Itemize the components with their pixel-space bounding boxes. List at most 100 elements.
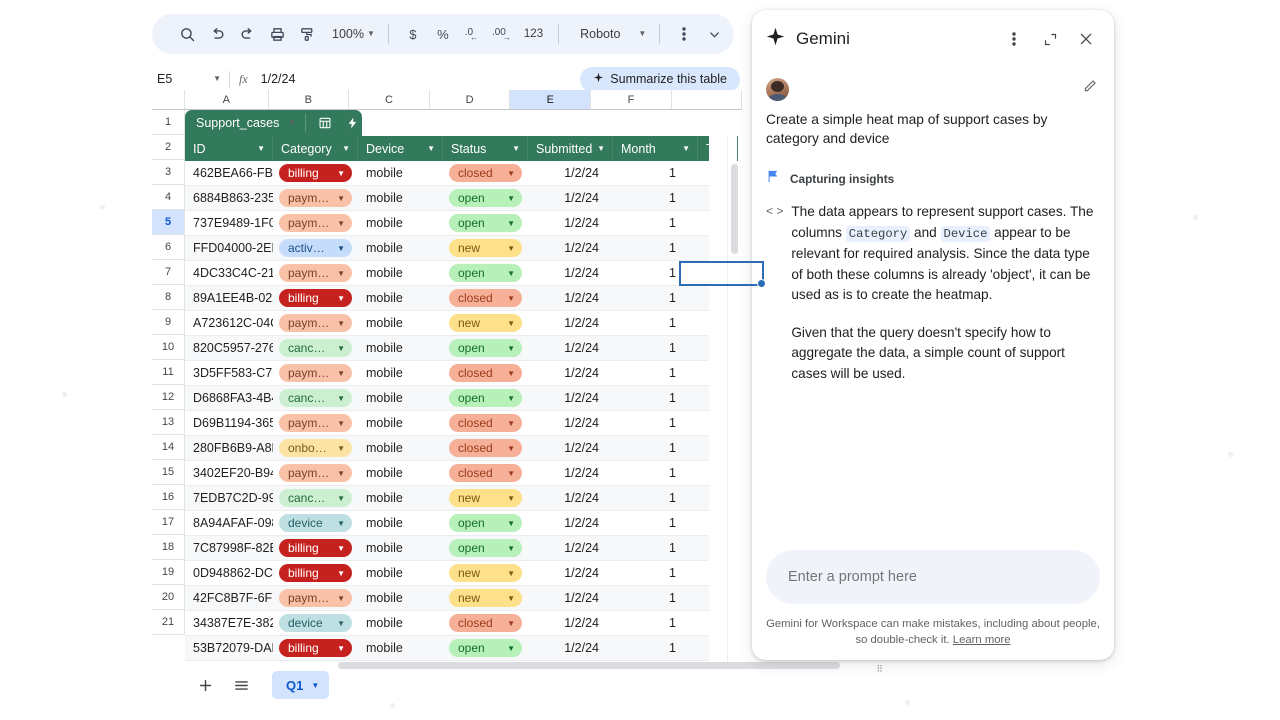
chevron-down-icon[interactable]: ▼ <box>427 144 435 153</box>
cell-status[interactable]: new▼ <box>443 561 528 586</box>
cell-status-chip[interactable]: open▼ <box>449 639 522 657</box>
chevron-down-icon[interactable]: ▼ <box>337 644 345 653</box>
table-row[interactable]: A723612C-04C0payment▼mobilenew▼1/2/241 <box>185 311 709 336</box>
cell-category[interactable]: billing▼ <box>273 286 358 311</box>
three-dot-menu-icon[interactable] <box>669 19 699 49</box>
cell-device[interactable]: mobile <box>358 586 443 611</box>
cell-submitted[interactable]: 1/2/24 <box>528 611 613 636</box>
chevron-down-icon[interactable]: ▼ <box>337 444 345 453</box>
cell-status-chip[interactable]: closed▼ <box>449 364 522 382</box>
row-header-8[interactable]: 8 <box>152 285 185 310</box>
table-row[interactable]: 462BEA66-FBC4billing▼mobileclosed▼1/2/24… <box>185 161 709 186</box>
cell-category-chip[interactable]: payment▼ <box>279 414 352 432</box>
row-header-1[interactable]: 1 <box>152 110 185 135</box>
chevron-down-icon[interactable]: ▼ <box>337 569 345 578</box>
table-header-submitted[interactable]: Submitted▼ <box>528 136 613 161</box>
row-header-12[interactable]: 12 <box>152 385 185 410</box>
cell-category[interactable]: onboar...▼ <box>273 436 358 461</box>
table-row[interactable]: 8A94AFAF-0985device▼mobileopen▼1/2/241 <box>185 511 709 536</box>
table-header-device[interactable]: Device▼ <box>358 136 443 161</box>
cell-status-chip[interactable]: closed▼ <box>449 414 522 432</box>
chevron-down-icon[interactable]: ▼ <box>342 144 350 153</box>
table-header-status[interactable]: Status▼ <box>443 136 528 161</box>
row-header-13[interactable]: 13 <box>152 410 185 435</box>
cell-category[interactable]: cancell...▼ <box>273 336 358 361</box>
row-header-10[interactable]: 10 <box>152 335 185 360</box>
cell-category[interactable]: cancell...▼ <box>273 386 358 411</box>
cell-category-chip[interactable]: cancell...▼ <box>279 389 352 407</box>
cell-id[interactable]: 7EDB7C2D-997I <box>185 486 273 511</box>
cell-id[interactable]: 0D948862-DCE2 <box>185 561 273 586</box>
cell-month[interactable]: 1 <box>613 411 698 436</box>
chevron-down-icon[interactable]: ▼ <box>337 544 345 553</box>
chevron-down-icon[interactable]: ▼ <box>507 494 515 503</box>
cell-device[interactable]: mobile <box>358 536 443 561</box>
cell-device[interactable]: mobile <box>358 386 443 411</box>
table-header-month[interactable]: Month▼ <box>613 136 698 161</box>
cell-month[interactable]: 1 <box>613 636 698 661</box>
cell-status[interactable]: closed▼ <box>443 411 528 436</box>
chevron-down-icon[interactable]: ▼ <box>507 194 515 203</box>
chevron-down-icon[interactable]: ▼ <box>337 219 345 228</box>
cell-status-chip[interactable]: closed▼ <box>449 614 522 632</box>
chevron-down-icon[interactable]: ▼ <box>597 144 605 153</box>
row-header-17[interactable]: 17 <box>152 510 185 535</box>
learn-more-link[interactable]: Learn more <box>953 634 1011 646</box>
cell-id[interactable]: D69B1194-3658 <box>185 411 273 436</box>
cell-month[interactable]: 1 <box>613 261 698 286</box>
cell-category[interactable]: payment▼ <box>273 361 358 386</box>
cell-id[interactable]: 737E9489-1F0E <box>185 211 273 236</box>
cell-category-chip[interactable]: cancell...▼ <box>279 489 352 507</box>
row-header-15[interactable]: 15 <box>152 460 185 485</box>
cell-status[interactable]: open▼ <box>443 336 528 361</box>
chevron-down-icon[interactable]: ▼ <box>507 344 515 353</box>
cell-device[interactable]: mobile <box>358 161 443 186</box>
cell-category-chip[interactable]: device▼ <box>279 514 352 532</box>
cell-device[interactable]: mobile <box>358 236 443 261</box>
cell-month[interactable]: 1 <box>613 186 698 211</box>
column-header-G[interactable] <box>672 90 742 109</box>
chevron-down-icon[interactable]: ▼ <box>507 469 515 478</box>
cell-id[interactable]: 820C5957-2768 <box>185 336 273 361</box>
chevron-down-icon[interactable]: ▼ <box>337 344 345 353</box>
chevron-down-icon[interactable]: ▼ <box>507 294 515 303</box>
table-row[interactable]: 6884B863-2356payment▼mobileopen▼1/2/241 <box>185 186 709 211</box>
pencil-edit-icon[interactable] <box>1082 78 1098 99</box>
column-header-A[interactable]: A <box>185 90 269 109</box>
cell-status[interactable]: new▼ <box>443 311 528 336</box>
cell-status-chip[interactable]: open▼ <box>449 514 522 532</box>
cell-device[interactable]: mobile <box>358 311 443 336</box>
column-header-E[interactable]: E <box>510 90 591 109</box>
cell-category-chip[interactable]: billing▼ <box>279 539 352 557</box>
cell-status[interactable]: closed▼ <box>443 461 528 486</box>
chevron-down-icon[interactable]: ▼ <box>337 269 345 278</box>
cell-status[interactable]: closed▼ <box>443 611 528 636</box>
chevron-down-icon[interactable]: ▼ <box>507 419 515 428</box>
chevron-down-icon[interactable]: ▼ <box>337 169 345 178</box>
chevron-down-icon[interactable]: ▼ <box>507 444 515 453</box>
redo-icon[interactable] <box>232 19 262 49</box>
table-row[interactable]: D69B1194-3658payment▼mobileclosed▼1/2/24… <box>185 411 709 436</box>
chevron-down-icon[interactable]: ▼ <box>288 119 296 127</box>
cell-category[interactable]: payment▼ <box>273 261 358 286</box>
cell-status[interactable]: open▼ <box>443 211 528 236</box>
row-header-11[interactable]: 11 <box>152 360 185 385</box>
cell-status-chip[interactable]: new▼ <box>449 564 522 582</box>
percent-format-button[interactable]: % <box>428 19 458 49</box>
cell-category[interactable]: payment▼ <box>273 186 358 211</box>
cell-category-chip[interactable]: payment▼ <box>279 364 352 382</box>
close-icon[interactable] <box>1071 24 1101 54</box>
table-row[interactable]: 737E9489-1F0Epayment▼mobileopen▼1/2/241 <box>185 211 709 236</box>
hamburger-list-icon[interactable] <box>226 670 256 700</box>
cell-status-chip[interactable]: closed▼ <box>449 439 522 457</box>
cell-status[interactable]: open▼ <box>443 536 528 561</box>
cell-status[interactable]: new▼ <box>443 586 528 611</box>
row-header-6[interactable]: 6 <box>152 235 185 260</box>
cell-id[interactable]: D6868FA3-4B49 <box>185 386 273 411</box>
cell-status-chip[interactable]: new▼ <box>449 314 522 332</box>
chevron-down-icon[interactable]: ▼ <box>337 594 345 603</box>
cell-category-chip[interactable]: billing▼ <box>279 639 352 657</box>
decrease-decimal-button[interactable]: .0 ← <box>458 19 488 49</box>
chevron-down-icon[interactable]: ▼ <box>682 144 690 153</box>
chevron-down-icon[interactable]: ▼ <box>311 681 319 690</box>
